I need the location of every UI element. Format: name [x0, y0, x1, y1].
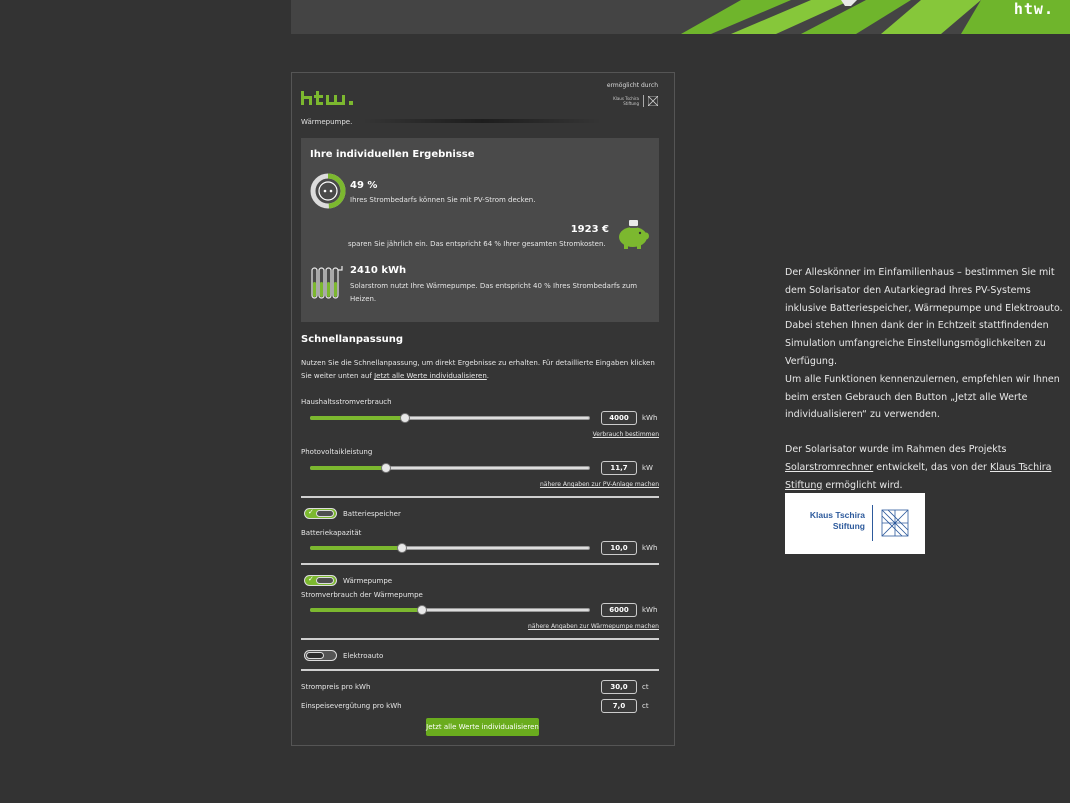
slider-thumb[interactable]	[400, 413, 411, 423]
battery-slider[interactable]	[310, 543, 590, 553]
autarky-text: Ihres Strombedarfs können Sie mit PV-Str…	[350, 196, 536, 204]
slider-fill	[310, 608, 422, 612]
consumption-determine-link[interactable]: Verbrauch bestimmen	[593, 431, 659, 438]
quick-adjust-description: Nutzen Sie die Schnellanpassung, um dire…	[301, 357, 663, 383]
kts-mini-icon	[648, 96, 658, 106]
divider	[301, 563, 659, 565]
savings-value: 1923 €	[570, 224, 609, 235]
battery-capacity-label: Batteriekapazität	[301, 529, 362, 537]
p3-text-b: entwickelt, das von der	[873, 461, 990, 473]
feedin-unit: ct	[642, 702, 649, 710]
household-input[interactable]: 4000	[601, 411, 637, 425]
feedin-input[interactable]: 7,0	[601, 699, 637, 713]
sponsor-mini-logo[interactable]: Klaus Tschira Stiftung	[607, 95, 658, 107]
check-icon: ✓	[308, 508, 314, 516]
kts-logo-text: Klaus Tschira Stiftung	[809, 510, 865, 531]
divider	[301, 496, 659, 498]
sponsor-label: ermöglicht durch	[606, 82, 658, 89]
pv-input[interactable]: 11,7	[601, 461, 637, 475]
intro-text: Wärmepumpe.	[301, 118, 353, 126]
kts-emblem-icon	[881, 509, 909, 537]
battery-toggle-label: Batteriespeicher	[343, 510, 401, 518]
toggle-knob	[316, 510, 334, 517]
slider-fill	[310, 466, 386, 470]
price-input[interactable]: 30,0	[601, 680, 637, 694]
household-unit: kWh	[642, 414, 658, 422]
sponsor-block: ermöglicht durch Klaus Tschira Stiftung	[607, 82, 658, 107]
pv-slider[interactable]	[310, 463, 590, 473]
heatpump-value: 2410 kWh	[350, 265, 407, 276]
autarky-donut-icon	[310, 173, 346, 209]
htw-logo-banner[interactable]: htw.	[1014, 0, 1054, 18]
slider-thumb[interactable]	[417, 605, 427, 615]
heatpump-input[interactable]: 6000	[601, 603, 637, 617]
results-title: Ihre individuellen Ergebnisse	[310, 149, 475, 160]
battery-unit: kWh	[642, 544, 658, 552]
description-paragraph-1: Der Alleskönner im Einfamilienhaus – bes…	[785, 267, 1063, 367]
klaus-tschira-logo[interactable]: Klaus Tschira Stiftung	[785, 493, 925, 554]
results-panel: Ihre individuellen Ergebnisse 49 % Ihres…	[301, 138, 659, 322]
solarstromrechner-link[interactable]: Solarstromrechner	[785, 462, 873, 473]
piggy-bank-icon	[619, 220, 649, 249]
slider-fill	[310, 546, 403, 550]
description-column: Der Alleskönner im Einfamilienhaus – bes…	[785, 264, 1070, 495]
quick-adjust-title: Schnellanpassung	[301, 334, 404, 345]
savings-text: sparen Sie jährlich ein. Das entspricht …	[348, 240, 606, 248]
customize-all-link[interactable]: Jetzt alle Werte individualisieren	[374, 372, 487, 380]
pv-unit: kW	[642, 464, 653, 472]
heatpump-unit: kWh	[642, 606, 658, 614]
p3-text-c: ermöglicht wird.	[822, 479, 903, 491]
heatpump-slider[interactable]	[310, 605, 590, 615]
toggle-knob	[306, 652, 324, 659]
ev-toggle-label: Elektroauto	[343, 652, 384, 660]
sponsor-mini-divider	[643, 95, 644, 107]
heatpump-text: Solarstrom nutzt Ihre Wärmepumpe. Das en…	[350, 282, 638, 303]
scroll-shadow	[362, 119, 602, 123]
toggle-knob	[316, 577, 334, 584]
battery-input[interactable]: 10,0	[601, 541, 637, 555]
price-label: Strompreis pro kWh	[301, 683, 371, 691]
solarisator-widget: ermöglicht durch Klaus Tschira Stiftung …	[291, 72, 675, 746]
slider-thumb[interactable]	[380, 463, 391, 473]
check-icon: ✓	[308, 575, 314, 583]
battery-toggle[interactable]: ✓	[304, 508, 337, 519]
widget-header: ermöglicht durch Klaus Tschira Stiftung …	[292, 73, 674, 126]
sun-rays-graphic	[681, 0, 1070, 34]
heatpump-details-link[interactable]: nähere Angaben zur Wärmepumpe machen	[528, 623, 659, 630]
htw-logo	[301, 91, 353, 105]
autarky-result: 49 % Ihres Strombedarfs können Sie mit P…	[310, 173, 535, 213]
p3-text-a: Der Solarisator wurde im Rahmen des Proj…	[785, 444, 1007, 456]
divider	[301, 669, 659, 671]
heatpump-consumption-label: Stromverbrauch der Wärmepumpe	[301, 591, 423, 599]
pv-details-link[interactable]: nähere Angaben zur PV-Anlage machen	[540, 481, 659, 488]
price-unit: ct	[642, 683, 649, 691]
heatpump-toggle-label: Wärmepumpe	[343, 577, 393, 585]
quick-desc-end: .	[486, 372, 490, 380]
description-paragraph-2: Um alle Funktionen kennenzulernen, empfe…	[785, 373, 1060, 421]
household-label: Haushaltsstromverbrauch	[301, 398, 392, 406]
sponsor-mini-text: Klaus Tschira Stiftung	[613, 96, 639, 106]
description-paragraph-3: Der Solarisator wurde im Rahmen des Proj…	[785, 441, 1070, 494]
customize-all-button[interactable]: Jetzt alle Werte individualisieren	[426, 718, 539, 736]
heatpump-toggle[interactable]: ✓	[304, 575, 337, 586]
autarky-value: 49 %	[350, 180, 378, 191]
kts-logo-divider	[872, 505, 873, 541]
feedin-label: Einspeisevergütung pro kWh	[301, 702, 402, 710]
slider-thumb[interactable]	[397, 543, 408, 553]
top-banner: htw.	[291, 0, 1070, 34]
divider	[301, 638, 659, 640]
slider-fill	[310, 416, 406, 420]
household-slider[interactable]	[310, 413, 590, 423]
radiator-icon	[311, 266, 343, 299]
ev-toggle[interactable]	[304, 650, 337, 661]
pv-label: Photovoltaikleistung	[301, 448, 373, 456]
